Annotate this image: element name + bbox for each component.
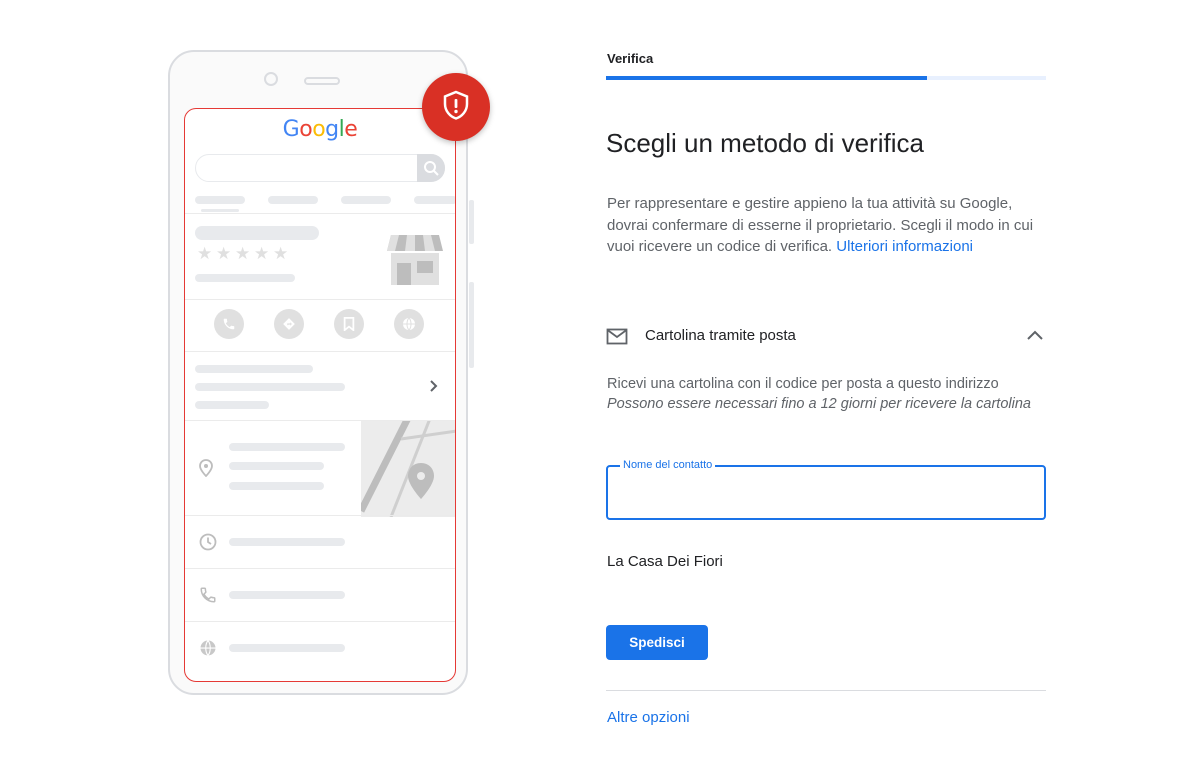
globe-icon: [199, 639, 217, 662]
send-button[interactable]: Spedisci: [606, 625, 708, 660]
logo-letter: e: [344, 117, 358, 142]
description: Per rappresentare e gestire appieno la t…: [607, 193, 1047, 258]
globe-icon: [394, 309, 424, 339]
progress-bar: [606, 76, 1046, 80]
more-options-link[interactable]: Altre opzioni: [607, 709, 690, 726]
bookmark-icon: [334, 309, 364, 339]
star-icon: ★: [235, 244, 251, 263]
method-postcard-header[interactable]: Cartolina tramite posta: [606, 320, 1046, 352]
method-info-note: Possono essere necessari fino a 12 giorn…: [607, 395, 1031, 412]
learn-more-link[interactable]: Ulteriori informazioni: [836, 238, 973, 255]
subtitle-placeholder: [195, 274, 295, 282]
phone-camera: [264, 72, 278, 86]
page-title: Scegli un metodo di verifica: [606, 128, 924, 158]
tab-placeholder: [195, 196, 245, 204]
search-icon: [417, 154, 445, 182]
logo-letter: G: [282, 117, 300, 142]
text-placeholder: [229, 443, 345, 451]
text-placeholder: [229, 462, 324, 470]
business-name: La Casa Dei Fiori: [607, 553, 723, 570]
logo-letter: g: [325, 117, 339, 142]
phone-screen: Google ★ ★ ★ ★ ★: [184, 108, 456, 682]
location-pin-icon: [199, 459, 213, 482]
text-placeholder: [229, 482, 324, 490]
logo-letter: o: [312, 117, 326, 142]
divider: [185, 213, 455, 214]
chevron-right-icon: [429, 379, 439, 398]
divider: [606, 690, 1046, 691]
method-info: Ricevi una cartolina con il codice per p…: [607, 375, 1047, 414]
star-icon: ★: [254, 244, 270, 263]
star-icon: ★: [273, 244, 289, 263]
logo-letter: o: [299, 117, 313, 142]
contact-name-input[interactable]: [620, 479, 1034, 507]
text-placeholder: [229, 644, 345, 652]
search-bar-placeholder: [195, 154, 445, 182]
phone-side-button: [469, 200, 474, 244]
star-icon: ★: [216, 244, 232, 263]
divider: [185, 568, 455, 569]
mail-icon: [606, 328, 628, 350]
tab-placeholder: [341, 196, 391, 204]
tab-indicator: [201, 209, 239, 212]
text-placeholder: [229, 591, 345, 599]
text-placeholder: [195, 401, 269, 409]
progress-fill: [606, 76, 928, 80]
divider: [185, 351, 455, 352]
method-label: Cartolina tramite posta: [645, 327, 796, 344]
business-title-placeholder: [195, 226, 319, 240]
divider: [185, 299, 455, 300]
text-placeholder: [195, 383, 345, 391]
method-info-line: Ricevi una cartolina con il codice per p…: [607, 376, 999, 392]
map-thumbnail: [361, 421, 455, 517]
phone-icon: [214, 309, 244, 339]
phone-side-button: [469, 282, 474, 368]
tab-placeholder: [268, 196, 318, 204]
shield-warning-badge: [422, 73, 490, 141]
text-placeholder: [195, 365, 313, 373]
contact-name-label: Nome del contatto: [620, 459, 716, 471]
chevron-up-icon[interactable]: [1026, 328, 1044, 346]
directions-icon: [274, 309, 304, 339]
phone-illustration: Google ★ ★ ★ ★ ★: [168, 50, 474, 695]
phone-speaker: [304, 77, 340, 85]
phone-icon: [199, 586, 217, 609]
clock-icon: [199, 533, 217, 556]
divider: [185, 621, 455, 622]
storefront-icon: [385, 227, 445, 292]
step-label: Verifica: [607, 51, 654, 66]
tab-placeholder: [414, 196, 455, 204]
text-placeholder: [229, 538, 345, 546]
shield-alert-icon: [442, 90, 470, 125]
google-logo: Google: [185, 117, 455, 142]
contact-name-field[interactable]: Nome del contatto: [606, 459, 1046, 520]
divider: [185, 515, 455, 516]
star-icon: ★: [197, 244, 213, 263]
